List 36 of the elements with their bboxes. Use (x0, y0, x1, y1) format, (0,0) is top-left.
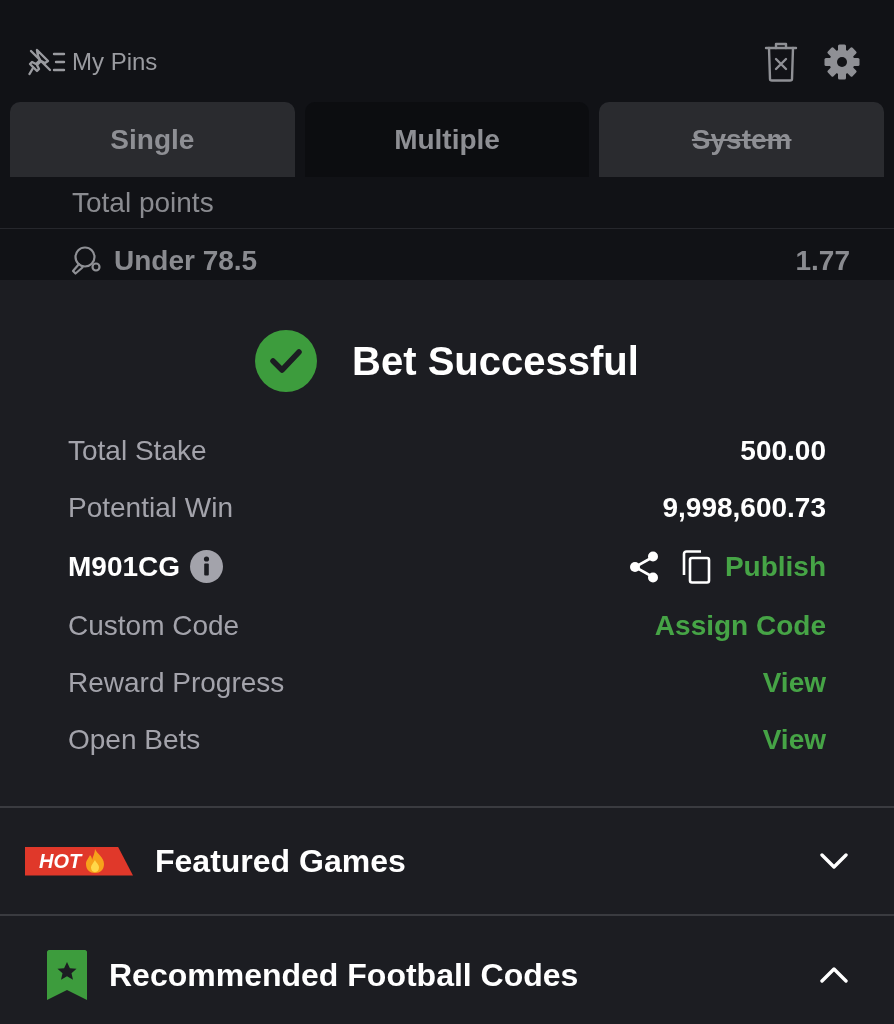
row-label: Potential Win (68, 490, 233, 525)
trash-icon[interactable] (764, 42, 798, 82)
action-link[interactable]: View (762, 718, 826, 761)
action-link[interactable]: View (762, 661, 826, 704)
chevron-up-icon[interactable] (820, 967, 848, 983)
section-title: Featured Games (155, 842, 406, 881)
my-pins-title[interactable]: My Pins (72, 44, 158, 80)
action-link[interactable]: Assign Code (654, 604, 826, 647)
section-header[interactable]: HOT Featured Games (0, 808, 894, 916)
flame-icon (84, 848, 107, 874)
amount-value: 9,998,600.73 (662, 490, 826, 525)
amount-value: 500.00 (740, 433, 826, 468)
row-label: Reward Progress (68, 665, 285, 700)
bookmark-star-icon (47, 950, 87, 1000)
bet-type-tab[interactable]: Single (10, 102, 295, 177)
row-label: Custom Code (68, 608, 240, 643)
row-label: Total Stake (68, 433, 207, 468)
odds-value: 1.77 (795, 244, 850, 278)
settings-icon[interactable] (824, 44, 860, 80)
row-label: Open Bets (68, 722, 201, 757)
share-icon[interactable] (628, 550, 659, 583)
copy-icon[interactable] (680, 549, 711, 584)
booking-code: M901CG (68, 549, 181, 584)
market-name: Total points (72, 185, 214, 220)
check-circle-icon (255, 330, 318, 392)
success-title: Bet Successful (352, 338, 639, 385)
bet-type-tab[interactable]: Multiple (304, 102, 590, 177)
chevron-down-icon[interactable] (820, 853, 848, 869)
paddle-icon (70, 245, 102, 277)
hot-label: HOT (39, 850, 82, 872)
pick-name: Under 78.5 (114, 244, 258, 278)
pin-list-icon[interactable] (28, 48, 66, 76)
info-icon[interactable] (190, 550, 224, 583)
publish-link[interactable]: Publish (724, 545, 826, 588)
section-header[interactable]: Recommended Football Codes (0, 916, 894, 1024)
section-title: Recommended Football Codes (109, 956, 579, 995)
